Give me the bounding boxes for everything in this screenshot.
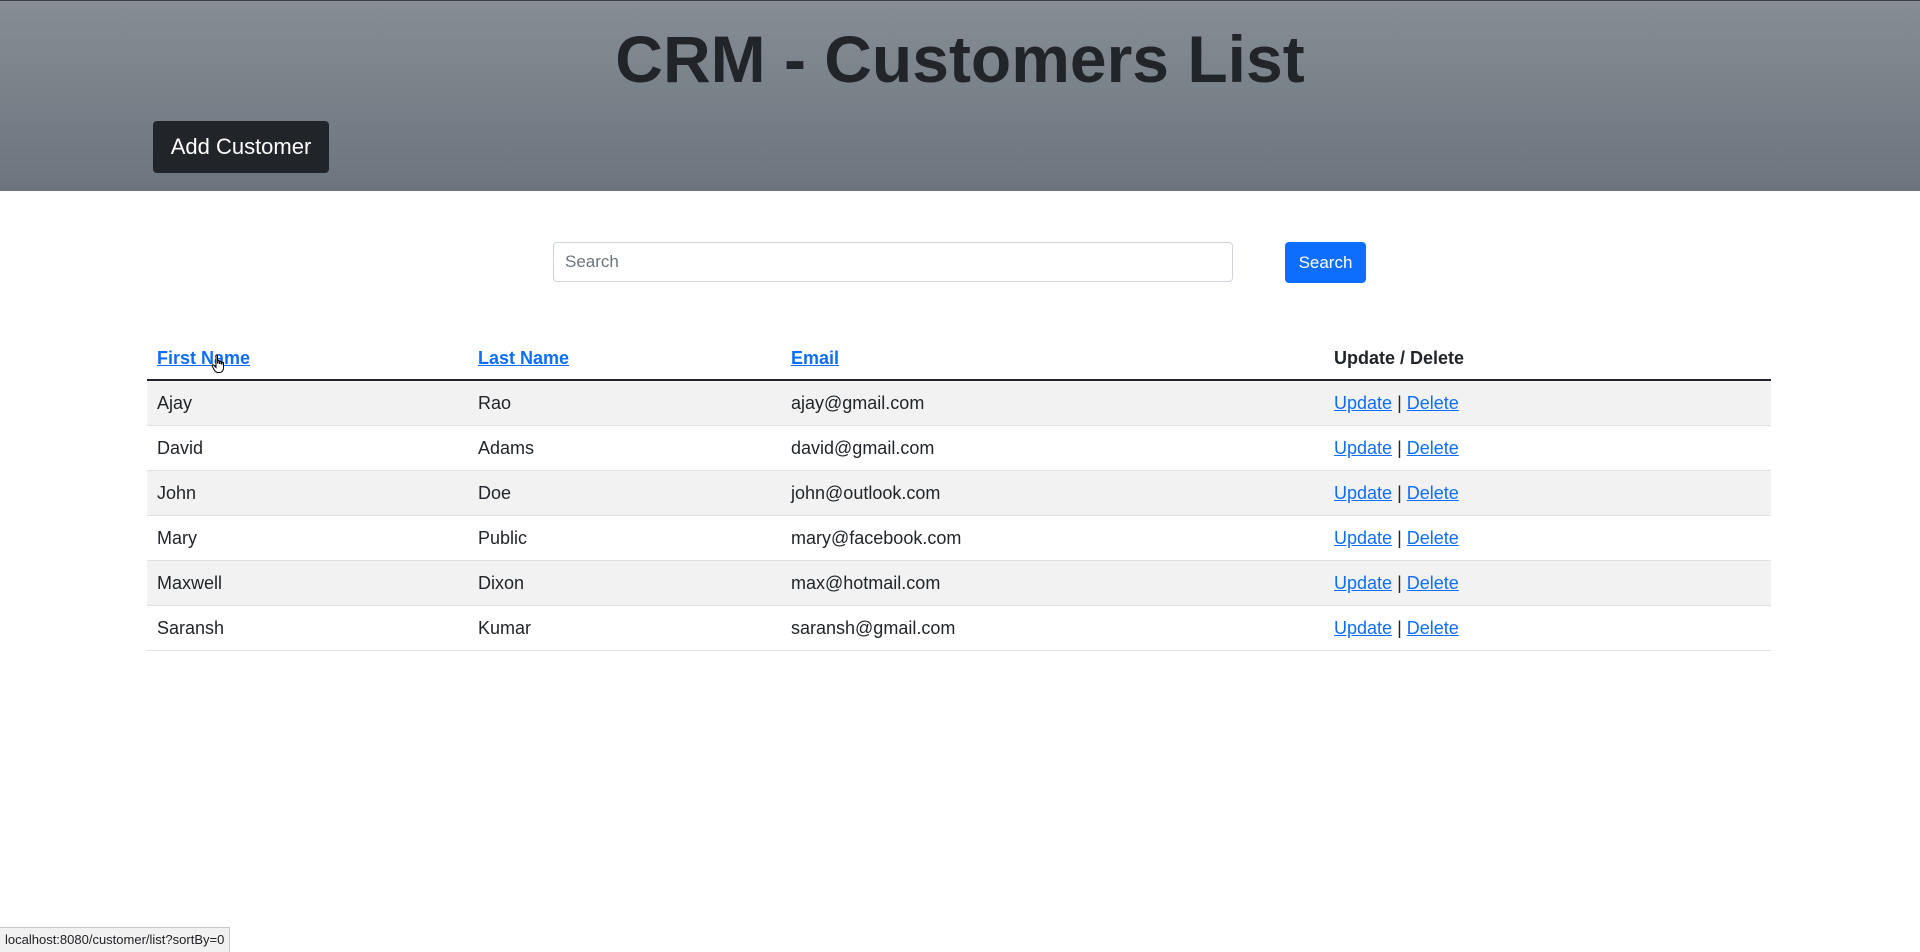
delete-link[interactable]: Delete <box>1407 573 1459 593</box>
update-link[interactable]: Update <box>1334 573 1392 593</box>
update-link[interactable]: Update <box>1334 393 1392 413</box>
update-link[interactable]: Update <box>1334 618 1392 638</box>
table-row: David Adams david@gmail.com Update | Delete <box>147 425 1771 471</box>
actions-cell: Update | Delete <box>1324 560 1771 606</box>
first-name-cell: John <box>147 470 468 516</box>
first-name-cell: Mary <box>147 515 468 561</box>
email-cell: mary@facebook.com <box>781 515 1324 561</box>
last-name-cell: Rao <box>468 380 781 426</box>
table-row: John Doe john@outlook.com Update | Delete <box>147 470 1771 516</box>
column-header-first-name: First Name <box>147 337 468 381</box>
last-name-cell: Doe <box>468 470 781 516</box>
search-button[interactable]: Search <box>1285 242 1366 283</box>
table-header-row: First Name Last Name Email Update / Dele… <box>147 337 1771 381</box>
action-separator: | <box>1397 617 1402 638</box>
column-header-actions: Update / Delete <box>1324 337 1771 381</box>
email-cell: john@outlook.com <box>781 470 1324 516</box>
actions-cell: Update | Delete <box>1324 380 1771 426</box>
delete-link[interactable]: Delete <box>1407 393 1459 413</box>
action-separator: | <box>1397 527 1402 548</box>
action-separator: | <box>1397 392 1402 413</box>
update-link[interactable]: Update <box>1334 483 1392 503</box>
action-separator: | <box>1397 482 1402 503</box>
actions-cell: Update | Delete <box>1324 605 1771 651</box>
update-link[interactable]: Update <box>1334 438 1392 458</box>
delete-link[interactable]: Delete <box>1407 438 1459 458</box>
table-row: Saransh Kumar saransh@gmail.com Update | De… <box>147 605 1771 651</box>
sort-email-link[interactable]: Email <box>791 348 839 368</box>
delete-link[interactable]: Delete <box>1407 618 1459 638</box>
delete-link[interactable]: Delete <box>1407 483 1459 503</box>
table-row: Maxwell Dixon max@hotmail.com Update | Dele… <box>147 560 1771 606</box>
add-customer-button[interactable]: Add Customer <box>153 121 329 173</box>
page-title: CRM - Customers List <box>615 22 1305 96</box>
column-header-last-name: Last Name <box>468 337 781 381</box>
sort-first-name-link[interactable]: First Name <box>157 348 250 368</box>
email-cell: saransh@gmail.com <box>781 605 1324 651</box>
last-name-cell: Kumar <box>468 605 781 651</box>
email-cell: max@hotmail.com <box>781 560 1324 606</box>
table-row: Mary Public mary@facebook.com Update | Dele… <box>147 515 1771 561</box>
action-separator: | <box>1397 572 1402 593</box>
action-separator: | <box>1397 437 1402 458</box>
actions-cell: Update | Delete <box>1324 515 1771 561</box>
page-header: CRM - Customers List Add Customer <box>0 0 1920 191</box>
email-cell: david@gmail.com <box>781 425 1324 471</box>
customers-table: First Name Last Name Email Update / Dele… <box>147 337 1771 651</box>
actions-cell: Update | Delete <box>1324 425 1771 471</box>
actions-cell: Update | Delete <box>1324 470 1771 516</box>
first-name-cell: David <box>147 425 468 471</box>
status-bar-url: localhost:8080/customer/list?sortBy=0 <box>0 927 231 952</box>
first-name-cell: Saransh <box>147 605 468 651</box>
sort-last-name-link[interactable]: Last Name <box>478 348 569 368</box>
table-row: Ajay Rao ajay@gmail.com Update | Delete <box>147 380 1771 426</box>
search-input[interactable] <box>553 242 1233 282</box>
update-link[interactable]: Update <box>1334 528 1392 548</box>
last-name-cell: Adams <box>468 425 781 471</box>
first-name-cell: Maxwell <box>147 560 468 606</box>
email-cell: ajay@gmail.com <box>781 380 1324 426</box>
delete-link[interactable]: Delete <box>1407 528 1459 548</box>
last-name-cell: Public <box>468 515 781 561</box>
column-header-email: Email <box>781 337 1324 381</box>
last-name-cell: Dixon <box>468 560 781 606</box>
first-name-cell: Ajay <box>147 380 468 426</box>
